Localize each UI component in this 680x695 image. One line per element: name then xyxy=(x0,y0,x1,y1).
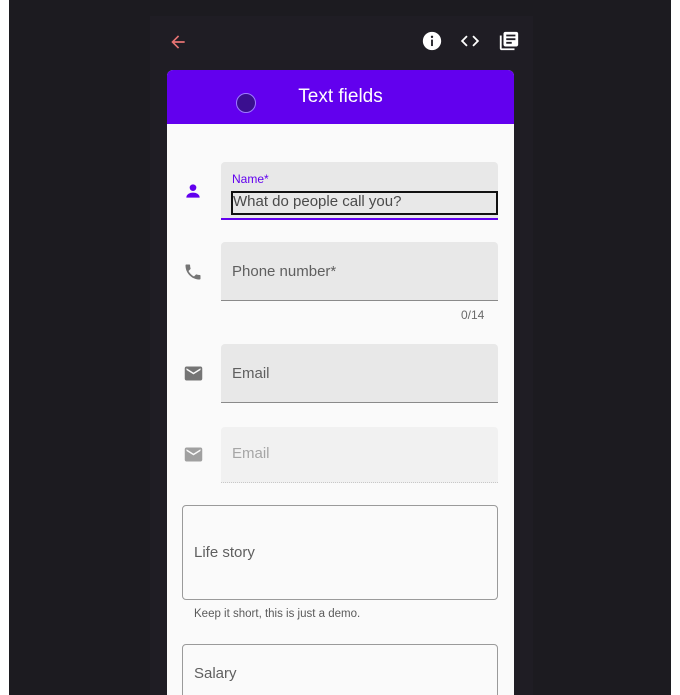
email-field-label: Email xyxy=(232,365,270,382)
phone-counter: 0/14 xyxy=(461,308,485,322)
name-field-label: Name* xyxy=(232,172,269,186)
code-icon[interactable] xyxy=(458,29,482,53)
phone-field-label: Phone number* xyxy=(232,263,337,280)
app-bar-title: Text fields xyxy=(298,86,383,107)
outer-frame: Text fields Name* What do people call yo… xyxy=(9,0,671,695)
life-story-label: Life story xyxy=(194,544,255,561)
phone-icon xyxy=(181,260,205,284)
name-field[interactable]: Name* What do people call you? xyxy=(221,162,498,220)
salary-label: Salary xyxy=(194,665,237,682)
email-field[interactable]: Email xyxy=(221,344,498,403)
name-field-input[interactable]: What do people call you? xyxy=(231,191,498,215)
phone-field[interactable]: Phone number* xyxy=(221,242,498,301)
salary-field[interactable]: Salary xyxy=(182,644,498,695)
back-arrow-icon[interactable] xyxy=(166,30,190,54)
email-field-disabled: Email xyxy=(221,427,498,483)
mail-icon xyxy=(181,361,205,385)
mail-icon-disabled xyxy=(181,442,205,466)
info-icon[interactable] xyxy=(420,29,444,53)
email-disabled-label: Email xyxy=(232,445,270,462)
life-story-field[interactable]: Life story xyxy=(182,505,498,600)
app-bar: Text fields xyxy=(167,70,514,124)
person-icon xyxy=(181,179,205,203)
top-toolbar xyxy=(150,16,533,68)
demo-frame: Text fields Name* What do people call yo… xyxy=(150,16,533,695)
library-books-icon[interactable] xyxy=(497,29,521,53)
life-story-helper: Keep it short, this is just a demo. xyxy=(194,608,361,620)
text-fields-card: Text fields Name* What do people call yo… xyxy=(167,70,514,695)
